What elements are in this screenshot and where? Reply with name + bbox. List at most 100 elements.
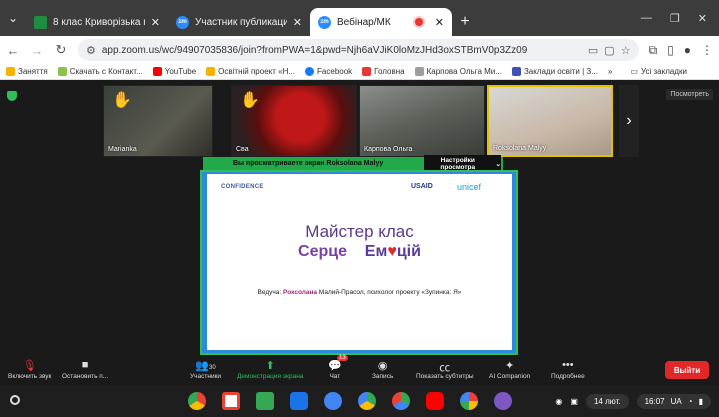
zoom-icon: zm <box>176 15 189 29</box>
captions-button[interactable]: ㏄ Показать субтитры <box>416 359 474 380</box>
extensions-icon[interactable]: ⧉ <box>649 43 658 58</box>
address-bar[interactable]: ⚙ app.zoom.us/wc/94907035836/join?fromPW… <box>78 39 639 61</box>
slide-subtitle: Серце Ем♥цій <box>298 243 421 260</box>
presentation-slide: CONFIDENCE USAID unicef Майстер клас Сер… <box>207 174 512 350</box>
folder-icon: ▭ <box>630 67 638 76</box>
gmail-icon[interactable] <box>222 392 240 410</box>
bookmark-item[interactable]: Карпова Ольга Ми... <box>414 67 502 76</box>
bookmark-icon <box>206 67 216 76</box>
play-store-icon[interactable] <box>392 392 410 410</box>
photos-icon[interactable] <box>460 392 478 410</box>
zoom-app-icon[interactable] <box>494 392 512 410</box>
bookmark-icon <box>414 67 424 76</box>
drive-icon[interactable] <box>358 392 376 410</box>
record-status-icon[interactable]: ◉ <box>555 397 562 406</box>
docs-icon[interactable] <box>256 392 274 410</box>
tab-1-title: 8 клас Криворізька гімназія <box>53 16 145 28</box>
leave-button[interactable]: Выйти <box>665 361 709 379</box>
restore-icon[interactable]: ❐ <box>670 12 680 25</box>
participant-tile[interactable]: Карпова Ольга <box>359 85 485 157</box>
participant-name: Roksolana Malyy <box>493 145 547 152</box>
more-button[interactable]: ••• Подробнее <box>551 359 585 380</box>
bookmark-item[interactable]: Головна <box>362 67 405 76</box>
raised-hand-icon: ✋ <box>240 92 260 109</box>
meeting-controls: 🎙 Включить звук ■ Остановить п... 👥30 Уч… <box>0 355 719 385</box>
bookmark-item[interactable]: Освітній проект «Н... <box>206 67 295 76</box>
launcher-icon[interactable] <box>10 395 20 405</box>
bookmark-item[interactable]: Скачать с Контакт... <box>57 67 143 76</box>
chat-icon: 💬 <box>328 360 342 372</box>
youtube-icon[interactable] <box>426 392 444 410</box>
date-pill[interactable]: 14 лют. <box>585 393 629 409</box>
microphone-muted-icon: 🎙 <box>22 360 37 372</box>
all-bookmarks[interactable]: ▭ Усі закладки <box>630 67 687 76</box>
participant-name: Сва <box>236 146 249 153</box>
back-icon[interactable]: ← <box>6 43 20 58</box>
chat-button[interactable]: 💬 13 Чат <box>328 355 348 380</box>
camera-icon[interactable]: ▢ <box>604 44 614 57</box>
close-window-icon[interactable]: ✕ <box>698 12 707 25</box>
participants-button[interactable]: 👥30 Участники <box>190 359 221 380</box>
new-tab-button[interactable]: + <box>452 8 478 36</box>
bookmark-item[interactable]: Заняття <box>6 67 48 76</box>
bookmark-item[interactable]: Заклади освіти | З... <box>511 67 598 76</box>
ai-companion-button[interactable]: ✦ AI Companion <box>489 359 530 380</box>
files-icon[interactable] <box>290 392 308 410</box>
close-icon[interactable]: ✕ <box>435 16 444 29</box>
raised-hand-icon: ✋ <box>112 92 132 109</box>
slide-title: Майстер клас <box>305 222 414 241</box>
slide-presenter: Ведуча: Роксолана Малий-Прасол, психолог… <box>257 289 462 296</box>
youtube-icon <box>152 67 162 76</box>
zoom-icon: zm <box>318 15 331 29</box>
mute-button[interactable]: 🎙 Включить звук <box>8 359 51 380</box>
minimize-icon[interactable]: — <box>641 12 652 24</box>
battery-icon: ▮ <box>698 396 703 406</box>
tab-search-icon[interactable]: ⌄ <box>0 0 26 36</box>
encryption-shield-icon[interactable] <box>7 91 17 101</box>
bookmark-icon <box>511 67 521 76</box>
profile-icon[interactable]: ● <box>684 43 691 57</box>
reload-icon[interactable]: ↻ <box>54 42 68 58</box>
side-panel-icon[interactable]: ▯ <box>667 43 674 57</box>
chrome-icon[interactable] <box>188 392 206 410</box>
video-button[interactable]: ■ Остановить п... <box>62 359 108 380</box>
tab-2[interactable]: zm Участник публикации - Zoom ✕ <box>168 8 310 36</box>
next-page-arrow[interactable]: › <box>619 85 639 157</box>
tab-1[interactable]: 8 клас Криворізька гімназія ✕ <box>26 8 168 36</box>
facebook-icon <box>305 67 315 76</box>
close-icon[interactable]: ✕ <box>151 16 160 29</box>
bookmark-item[interactable]: YouTube <box>152 67 196 76</box>
record-button[interactable]: ◉ Запись <box>372 359 393 380</box>
status-pill[interactable]: 16:07 UA ◔ ▮ <box>636 393 711 409</box>
chat-badge: 13 <box>337 355 348 361</box>
menu-icon[interactable]: ⋮ <box>701 43 713 57</box>
view-options-button[interactable]: Посмотреть <box>666 89 713 100</box>
clipboard-icon[interactable]: ▣ <box>570 397 578 406</box>
tab-3[interactable]: zm Вебінар/МК ✕ <box>310 8 452 36</box>
browser-tab-bar: ⌄ 8 клас Криворізька гімназія ✕ zm Участ… <box>0 0 719 36</box>
bookmark-item[interactable]: Facebook <box>305 67 352 76</box>
record-icon: ◉ <box>377 360 388 372</box>
bookmarks-overflow[interactable]: » <box>608 67 612 76</box>
zoom-meeting-area: ✋ Marianka ✋ Сва Карпова Ольга Roksolana… <box>0 80 719 357</box>
heart-icon: ♥ <box>387 243 397 260</box>
bookmark-star-icon[interactable]: ☆ <box>621 44 631 57</box>
meet-icon[interactable] <box>324 392 342 410</box>
more-icon: ••• <box>562 359 574 371</box>
participant-tile[interactable]: ✋ Сва <box>231 85 357 157</box>
forward-icon[interactable]: → <box>30 43 44 58</box>
classroom-icon <box>34 15 47 29</box>
bookmark-icon <box>6 67 15 76</box>
captions-icon: ㏄ <box>439 362 451 374</box>
participants-icon: 👥30 <box>195 360 216 372</box>
close-icon[interactable]: ✕ <box>293 16 302 29</box>
tab-3-title: Вебінар/МК <box>337 16 391 28</box>
sparkle-icon: ✦ <box>504 360 515 372</box>
window-controls: — ❐ ✕ <box>641 0 719 36</box>
participant-tile[interactable]: ✋ Marianka <box>103 85 213 157</box>
site-info-icon[interactable]: ⚙ <box>86 44 96 57</box>
participant-tile[interactable]: Roksolana Malyy <box>487 85 613 157</box>
share-screen-button[interactable]: ⬆ Демонстрация экрана <box>237 359 303 380</box>
cast-icon[interactable]: ▭ <box>588 44 598 57</box>
recording-icon <box>414 18 423 26</box>
